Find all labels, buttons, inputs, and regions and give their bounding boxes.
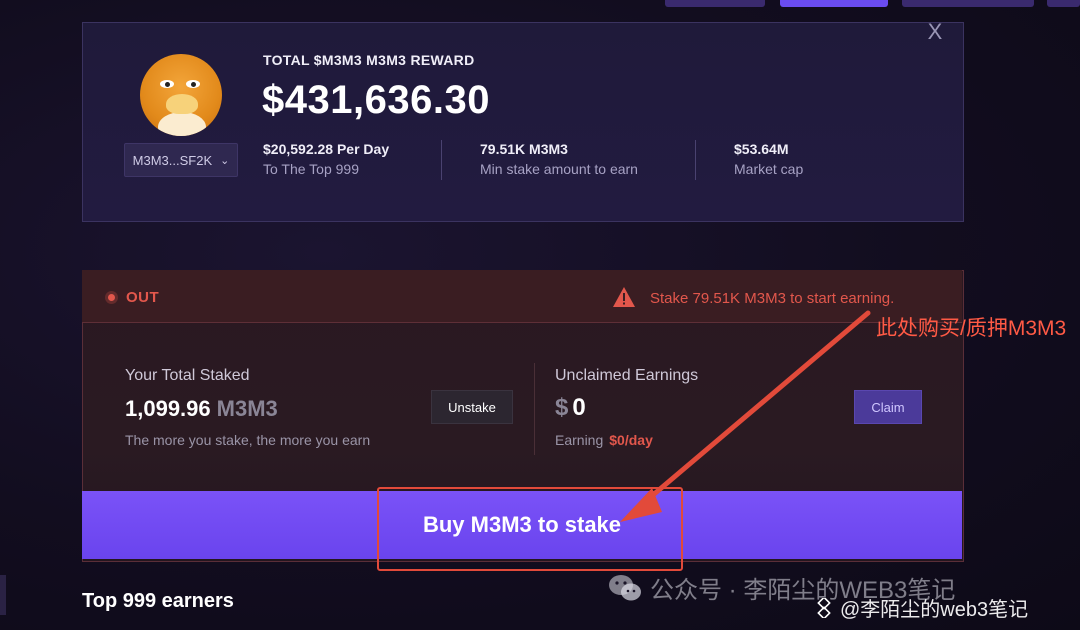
nav-button-3[interactable] [902, 0, 1034, 7]
token-selector-label: M3M3...SF2K [132, 152, 213, 168]
binance-watermark: @李陌尘的web3笔记 [814, 593, 1028, 622]
reward-card [82, 22, 964, 222]
annotation-text: 此处购买/质押M3M3 [876, 317, 1067, 340]
top-nav [0, 0, 1080, 8]
token-selector[interactable]: M3M3...SF2K ⌄ [124, 143, 238, 177]
earning-label: Earning [555, 432, 604, 448]
stat-label: To The Top 999 [263, 161, 360, 177]
currency-symbol: $ [555, 394, 569, 421]
total-staked-hint: The more you stake, the more you earn [125, 432, 371, 448]
divider [695, 140, 696, 180]
unstake-button[interactable]: Unstake [431, 390, 513, 424]
nav-button-1[interactable] [665, 0, 765, 7]
divider [441, 140, 442, 180]
wechat-icon [609, 574, 641, 600]
claim-button[interactable]: Claim [854, 390, 922, 424]
divider [534, 363, 535, 455]
unclaimed-value: $0 [555, 394, 586, 422]
nav-button-2[interactable] [780, 0, 888, 7]
earners-section-title: Top 999 earners [82, 590, 234, 612]
total-staked-amount: 1,099.96 [125, 396, 211, 421]
nav-button-4[interactable] [1047, 0, 1080, 7]
token-avatar [140, 54, 222, 136]
stat-value: 79.51K M3M3 [480, 141, 568, 157]
reward-title: TOTAL $M3M3 M3M3 REWARD [263, 52, 475, 68]
unclaimed-label: Unclaimed Earnings [555, 367, 699, 384]
warning-text: Stake 79.51K M3M3 to start earning. [650, 290, 895, 307]
stat-daily-reward: $20,592.28 Per Day To The Top 999 [263, 141, 389, 177]
stat-value: $20,592.28 Per Day [263, 141, 390, 157]
total-staked-label: Your Total Staked [125, 367, 250, 384]
annotation-highlight-box [377, 487, 683, 571]
earning-rate-value: $0/day [609, 432, 653, 448]
unclaimed-amount: 0 [572, 394, 586, 421]
stat-min-stake: 79.51K M3M3 Min stake amount to earn [480, 141, 638, 177]
close-icon[interactable]: X [925, 21, 945, 43]
total-staked-unit: M3M3 [216, 396, 278, 421]
left-edge-element [0, 575, 6, 615]
chevron-down-icon: ⌄ [220, 154, 230, 167]
total-staked-value: 1,099.96 M3M3 [125, 396, 278, 422]
stat-market-cap: $53.64M Market cap [734, 141, 803, 177]
binance-diamond-icon [817, 597, 831, 618]
warning-icon [613, 287, 635, 307]
stat-value: $53.64M [734, 141, 789, 157]
stat-label: Market cap [734, 161, 804, 177]
binance-watermark-text: @李陌尘的web3笔记 [840, 599, 1029, 621]
reward-amount: $431,636.30 [262, 78, 490, 122]
status-badge: OUT [126, 289, 160, 306]
earning-rate: Earning $0/day [555, 432, 653, 448]
status-dot-icon [108, 294, 115, 301]
stat-label: Min stake amount to earn [480, 161, 638, 177]
